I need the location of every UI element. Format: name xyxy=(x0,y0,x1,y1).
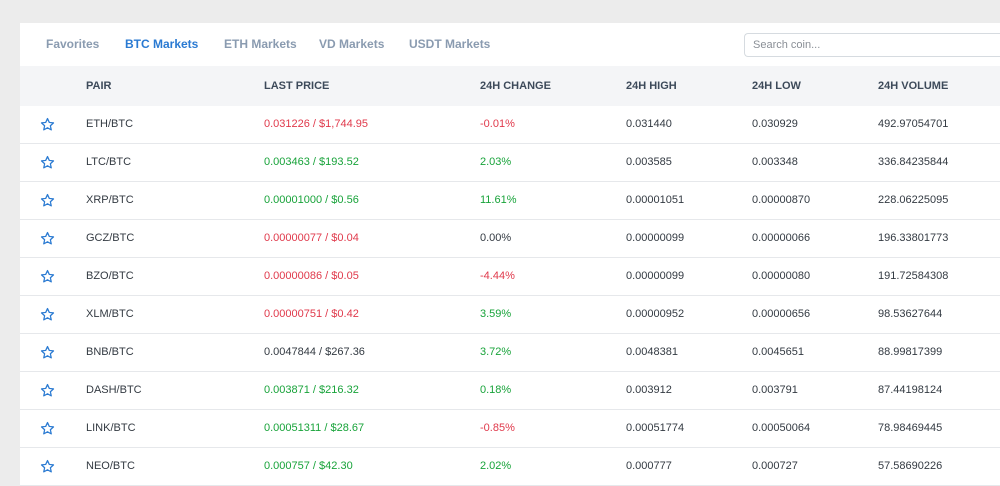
change-cell: -0.01% xyxy=(480,118,515,130)
volume-cell: 492.97054701 xyxy=(878,118,949,130)
high-cell: 0.003585 xyxy=(626,156,672,168)
low-cell: 0.0045651 xyxy=(752,346,804,358)
low-cell: 0.000727 xyxy=(752,460,798,472)
pair-cell: XRP/BTC xyxy=(86,194,134,206)
last-price-cell: 0.003463 / $193.52 xyxy=(264,156,359,168)
low-cell: 0.030929 xyxy=(752,118,798,130)
favorite-star-icon[interactable] xyxy=(40,421,55,436)
markets-panel: Favorites BTC Markets ETH Markets VD Mar… xyxy=(20,23,1000,486)
low-cell: 0.003791 xyxy=(752,384,798,396)
header-24h-change[interactable]: 24H CHANGE xyxy=(480,80,551,92)
table-row[interactable]: NEO/BTC 0.000757 / $42.30 2.02% 0.000777 0.0… xyxy=(20,448,1000,486)
favorite-star-icon[interactable] xyxy=(40,231,55,246)
pair-cell: BNB/BTC xyxy=(86,346,134,358)
table-row[interactable]: XLM/BTC 0.00000751 / $0.42 3.59% 0.00000952… xyxy=(20,296,1000,334)
volume-cell: 228.06225095 xyxy=(878,194,949,206)
tab-btc-markets[interactable]: BTC Markets xyxy=(125,37,198,51)
header-24h-high[interactable]: 24H HIGH xyxy=(626,80,677,92)
high-cell: 0.031440 xyxy=(626,118,672,130)
high-cell: 0.003912 xyxy=(626,384,672,396)
change-cell: 2.02% xyxy=(480,460,512,472)
header-24h-volume[interactable]: 24H VOLUME xyxy=(878,80,948,92)
market-tabs: Favorites BTC Markets ETH Markets VD Mar… xyxy=(20,23,1000,66)
table-row[interactable]: DASH/BTC 0.003871 / $216.32 0.18% 0.003912 0… xyxy=(20,372,1000,410)
market-rows: ETH/BTC 0.031226 / $1,744.95 -0.01% 0.03144… xyxy=(20,106,1000,486)
favorite-star-icon[interactable] xyxy=(40,193,55,208)
favorite-star-icon[interactable] xyxy=(40,117,55,132)
tab-favorites[interactable]: Favorites xyxy=(46,37,99,51)
volume-cell: 196.33801773 xyxy=(878,232,949,244)
favorite-star-icon[interactable] xyxy=(40,155,55,170)
favorite-star-icon[interactable] xyxy=(40,383,55,398)
change-cell: -4.44% xyxy=(480,270,515,282)
table-row[interactable]: BZO/BTC 0.00000086 / $0.05 -4.44% 0.0000009… xyxy=(20,258,1000,296)
table-row[interactable]: BNB/BTC 0.0047844 / $267.36 3.72% 0.0048381… xyxy=(20,334,1000,372)
low-cell: 0.00000066 xyxy=(752,232,811,244)
pair-cell: XLM/BTC xyxy=(86,308,134,320)
change-cell: 0.18% xyxy=(480,384,512,396)
favorite-star-icon[interactable] xyxy=(40,269,55,284)
high-cell: 0.0048381 xyxy=(626,346,678,358)
table-header: PAIR LAST PRICE 24H CHANGE 24H HIGH 24H … xyxy=(20,66,1000,106)
table-row[interactable]: XRP/BTC 0.00001000 / $0.56 11.61% 0.0000105… xyxy=(20,182,1000,220)
header-pair[interactable]: PAIR xyxy=(86,80,111,92)
volume-cell: 98.53627644 xyxy=(878,308,943,320)
high-cell: 0.00051774 xyxy=(626,422,685,434)
volume-cell: 87.44198124 xyxy=(878,384,943,396)
change-cell: 2.03% xyxy=(480,156,512,168)
table-row[interactable]: LTC/BTC 0.003463 / $193.52 2.03% 0.003585 0.… xyxy=(20,144,1000,182)
high-cell: 0.00000099 xyxy=(626,232,685,244)
last-price-cell: 0.00001000 / $0.56 xyxy=(264,194,359,206)
pair-cell: ETH/BTC xyxy=(86,118,134,130)
last-price-cell: 0.00000086 / $0.05 xyxy=(264,270,359,282)
table-row[interactable]: GCZ/BTC 0.00000077 / $0.04 0.00% 0.00000099… xyxy=(20,220,1000,258)
low-cell: 0.00000080 xyxy=(752,270,811,282)
change-cell: 3.59% xyxy=(480,308,512,320)
last-price-cell: 0.003871 / $216.32 xyxy=(264,384,359,396)
volume-cell: 78.98469445 xyxy=(878,422,943,434)
last-price-cell: 0.00051311 / $28.67 xyxy=(264,422,365,434)
pair-cell: DASH/BTC xyxy=(86,384,142,396)
tab-usdt-markets[interactable]: USDT Markets xyxy=(409,37,490,51)
volume-cell: 57.58690226 xyxy=(878,460,943,472)
volume-cell: 191.72584308 xyxy=(878,270,949,282)
pair-cell: LINK/BTC xyxy=(86,422,136,434)
last-price-cell: 0.0047844 / $267.36 xyxy=(264,346,365,358)
last-price-cell: 0.000757 / $42.30 xyxy=(264,460,353,472)
tab-vd-markets[interactable]: VD Markets xyxy=(319,37,384,51)
low-cell: 0.00050064 xyxy=(752,422,811,434)
table-row[interactable]: ETH/BTC 0.031226 / $1,744.95 -0.01% 0.03144… xyxy=(20,106,1000,144)
volume-cell: 88.99817399 xyxy=(878,346,943,358)
high-cell: 0.000777 xyxy=(626,460,672,472)
favorite-star-icon[interactable] xyxy=(40,459,55,474)
last-price-cell: 0.031226 / $1,744.95 xyxy=(264,118,368,130)
low-cell: 0.00000656 xyxy=(752,308,811,320)
low-cell: 0.00000870 xyxy=(752,194,811,206)
table-row[interactable]: LINK/BTC 0.00051311 / $28.67 -0.85% 0.00051… xyxy=(20,410,1000,448)
change-cell: 0.00% xyxy=(480,232,512,244)
low-cell: 0.003348 xyxy=(752,156,798,168)
tab-eth-markets[interactable]: ETH Markets xyxy=(224,37,297,51)
pair-cell: LTC/BTC xyxy=(86,156,132,168)
last-price-cell: 0.00000751 / $0.42 xyxy=(264,308,359,320)
high-cell: 0.00001051 xyxy=(626,194,685,206)
change-cell: -0.85% xyxy=(480,422,515,434)
volume-cell: 336.84235844 xyxy=(878,156,949,168)
pair-cell: BZO/BTC xyxy=(86,270,134,282)
last-price-cell: 0.00000077 / $0.04 xyxy=(264,232,359,244)
high-cell: 0.00000099 xyxy=(626,270,685,282)
pair-cell: GCZ/BTC xyxy=(86,232,135,244)
favorite-star-icon[interactable] xyxy=(40,345,55,360)
high-cell: 0.00000952 xyxy=(626,308,685,320)
favorite-star-icon[interactable] xyxy=(40,307,55,322)
search-coin-input[interactable] xyxy=(744,33,1000,57)
change-cell: 3.72% xyxy=(480,346,512,358)
pair-cell: NEO/BTC xyxy=(86,460,135,472)
change-cell: 11.61% xyxy=(480,194,517,206)
header-24h-low[interactable]: 24H LOW xyxy=(752,80,801,92)
header-last-price[interactable]: LAST PRICE xyxy=(264,80,329,92)
